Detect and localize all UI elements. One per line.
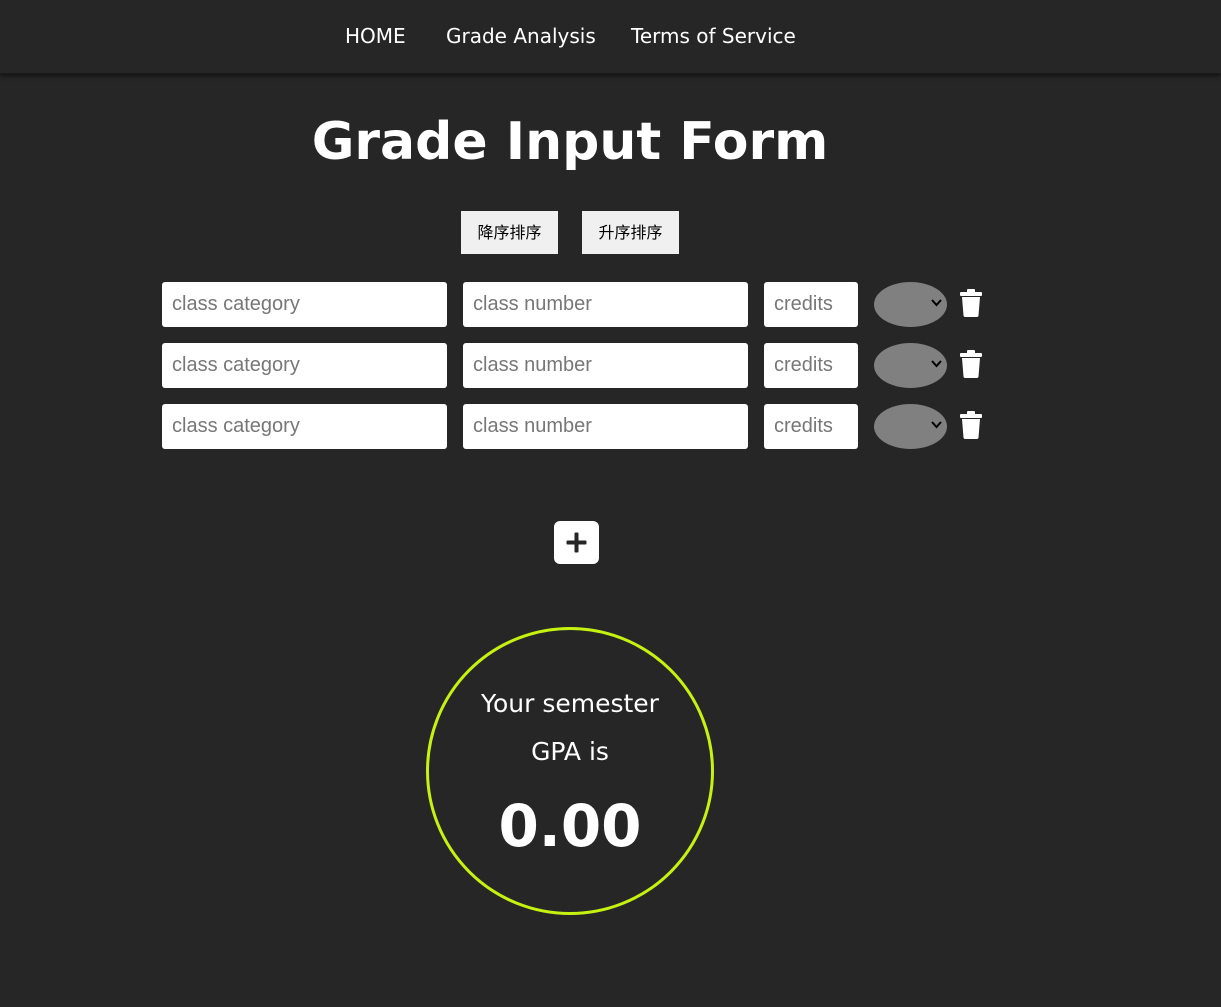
class-category-input[interactable] [162,404,447,449]
trash-icon[interactable] [958,411,984,439]
grade-row [0,404,1221,449]
gpa-value: 0.00 [498,792,642,860]
class-category-input[interactable] [162,343,447,388]
grade-select[interactable] [874,343,947,388]
gpa-label: Your semester GPA is [481,689,659,766]
credits-input[interactable] [764,282,858,327]
nav-terms-link[interactable]: Terms of Service [631,22,796,50]
top-navbar: HOME Grade Analysis Terms of Service [0,0,1221,74]
class-category-input[interactable] [162,282,447,327]
grade-row [0,282,1221,327]
chevron-down-icon [931,296,942,312]
trash-icon[interactable] [958,350,984,378]
nav-grade-analysis-link[interactable]: Grade Analysis [446,22,596,50]
credits-input[interactable] [764,404,858,449]
grade-select[interactable] [874,404,947,449]
grade-row [0,343,1221,388]
chevron-down-icon [931,418,942,434]
sort-descending-button[interactable]: 降序排序 [461,211,558,254]
class-number-input[interactable] [463,404,748,449]
add-row-button[interactable] [554,521,599,564]
class-number-input[interactable] [463,282,748,327]
page-title: Grade Input Form [311,112,829,172]
chevron-down-icon [931,357,942,373]
nav-home-link[interactable]: HOME [345,22,406,50]
gpa-display: Your semester GPA is 0.00 [426,627,714,915]
credits-input[interactable] [764,343,858,388]
trash-icon[interactable] [958,289,984,317]
plus-icon [566,532,587,553]
grade-select[interactable] [874,282,947,327]
class-number-input[interactable] [463,343,748,388]
sort-ascending-button[interactable]: 升序排序 [582,211,679,254]
